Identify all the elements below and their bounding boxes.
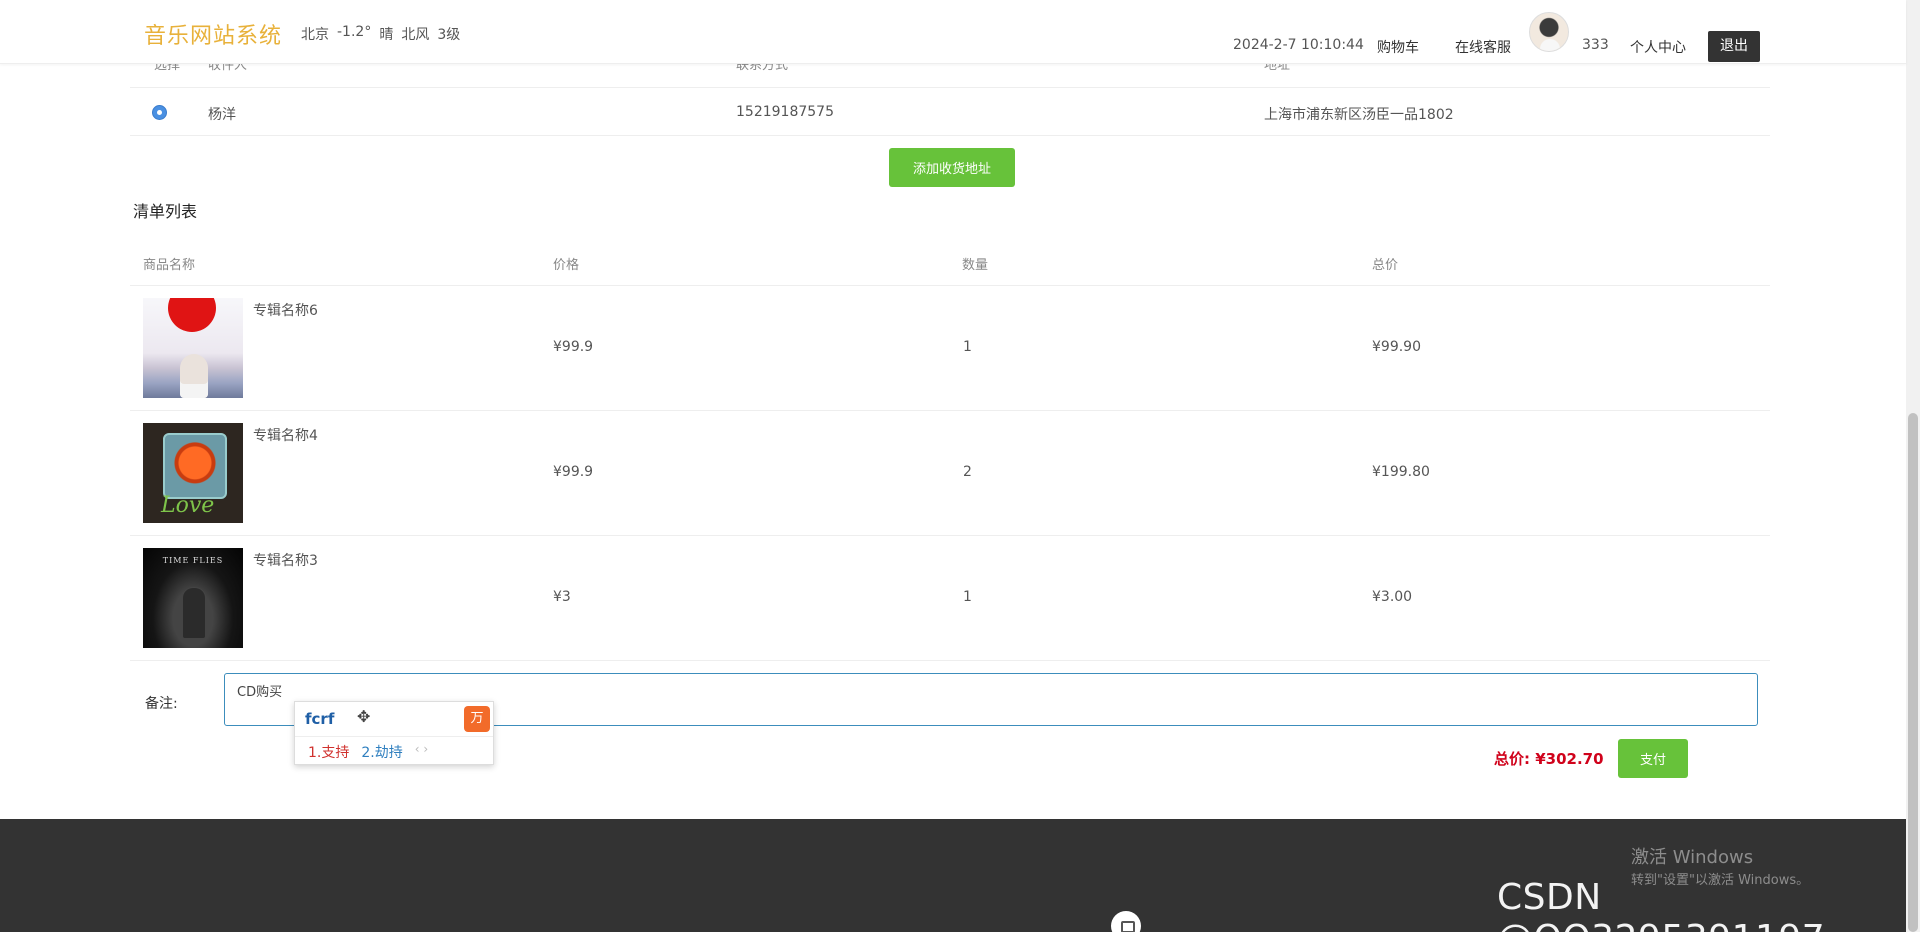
ime-candidate-2[interactable]: 2.劫持 (361, 742, 402, 762)
address-recipient: 杨洋 (208, 107, 236, 123)
order-col-quantity: 数量 (962, 258, 989, 273)
nav-service-link[interactable]: 在线客服 (1455, 37, 1511, 57)
weather-widget: 北京 -1.2° 晴 北风 3级 (301, 24, 460, 44)
product-quantity: 1 (963, 339, 972, 355)
weather-wind: 北风 (401, 27, 430, 43)
order-col-name: 商品名称 (143, 258, 196, 273)
order-list-title: 清单列表 (133, 202, 198, 221)
product-subtotal: ¥3.00 (1372, 589, 1413, 605)
vertical-scrollbar[interactable] (1906, 0, 1920, 932)
pay-button[interactable]: 支付 (1618, 739, 1688, 778)
current-datetime: 2024-2-7 10:10:44 (1233, 37, 1364, 53)
order-row: 专辑名称3 ¥3 1 ¥3.00 (130, 536, 1770, 661)
csdn-watermark: CSDN @QQ3295391197 (1497, 877, 1825, 932)
address-detail: 上海市浦东新区汤臣一品1802 (1264, 107, 1454, 123)
scrollbar-thumb[interactable] (1908, 413, 1918, 932)
ime-candidate-1[interactable]: 1.支持 (308, 742, 349, 762)
product-subtotal: ¥99.90 (1372, 339, 1421, 355)
address-phone: 15219187575 (736, 104, 834, 120)
ime-page-arrows-icon[interactable]: ‹ › (415, 742, 428, 762)
weather-level: 3级 (437, 27, 461, 43)
product-name[interactable]: 专辑名称3 (253, 550, 318, 570)
user-avatar[interactable] (1529, 12, 1569, 52)
total-price-label: 总价: ¥302.70 (1494, 750, 1604, 768)
top-header: 音乐网站系统 北京 -1.2° 晴 北风 3级 2024-2-7 10:10:4… (0, 0, 1906, 64)
order-row: 专辑名称4 ¥99.9 2 ¥199.80 (130, 411, 1770, 536)
ime-composition: fcrf (305, 710, 335, 728)
ime-candidates: 1.支持 2.劫持 ‹ › (308, 742, 428, 762)
weather-temperature: -1.2° (337, 24, 372, 40)
product-quantity: 1 (963, 589, 972, 605)
order-col-price: 价格 (553, 258, 580, 273)
order-row: 专辑名称6 ¥99.9 1 ¥99.90 (130, 286, 1770, 411)
weather-city: 北京 (301, 27, 329, 43)
order-table-header: 商品名称 价格 数量 总价 (130, 244, 1770, 286)
address-row[interactable]: 杨洋 15219187575 上海市浦东新区汤臣一品1802 (130, 88, 1770, 136)
product-quantity: 2 (963, 464, 972, 480)
logout-button[interactable]: 退出 (1708, 31, 1760, 62)
move-cursor-icon[interactable]: ✥ (357, 707, 370, 726)
order-col-total: 总价 (1372, 258, 1399, 273)
add-address-button[interactable]: 添加收货地址 (889, 148, 1015, 187)
page: 音乐网站系统 北京 -1.2° 晴 北风 3级 2024-2-7 10:10:4… (0, 0, 1920, 932)
username-label: 333 (1582, 37, 1609, 53)
ime-candidate-window: fcrf ✥ 万 1.支持 2.劫持 ‹ › (294, 701, 494, 765)
product-price: ¥99.9 (553, 464, 594, 480)
address-radio-selected[interactable] (152, 105, 167, 120)
site-logo[interactable]: 音乐网站系统 (144, 18, 282, 50)
ime-divider (295, 736, 493, 737)
product-subtotal: ¥199.80 (1372, 464, 1430, 480)
album-cover-rose-love-icon[interactable] (143, 423, 243, 523)
weather-condition: 晴 (379, 27, 394, 43)
album-cover-time-flies-icon[interactable] (143, 548, 243, 648)
product-name[interactable]: 专辑名称6 (253, 300, 318, 320)
product-name[interactable]: 专辑名称4 (253, 425, 318, 445)
nav-profile-link[interactable]: 个人中心 (1630, 37, 1686, 57)
nav-cart-link[interactable]: 购物车 (1377, 37, 1419, 57)
windows-activation-title: 激活 Windows (1631, 847, 1754, 868)
ime-logo-icon[interactable]: 万 (464, 706, 490, 732)
product-price: ¥3 (553, 589, 571, 605)
album-cover-red-balloon-icon[interactable] (143, 298, 243, 398)
remark-label: 备注: (145, 696, 178, 712)
product-price: ¥99.9 (553, 339, 594, 355)
